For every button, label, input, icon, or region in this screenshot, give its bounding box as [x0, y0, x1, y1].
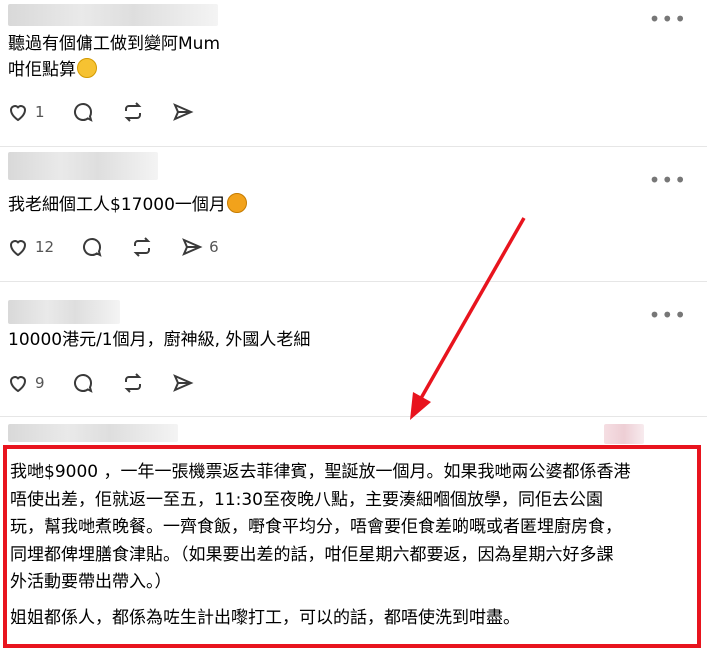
repost-icon: [124, 102, 141, 122]
share-button[interactable]: [171, 371, 195, 395]
comment-button[interactable]: [71, 371, 95, 395]
like-count: 9: [35, 374, 45, 392]
action-bar: 1: [6, 99, 221, 125]
action-bar: 9: [6, 370, 221, 396]
reply-text-line: 外活動要帶出帶入。）: [10, 572, 172, 592]
like-count: 12: [35, 238, 55, 256]
action-bar: 12 6: [6, 234, 245, 260]
share-button[interactable]: 6: [180, 235, 219, 259]
post-text: 咁佢點算: [8, 60, 76, 80]
heart-icon: [9, 105, 27, 122]
comment-button[interactable]: [80, 235, 104, 259]
share-count: 6: [209, 238, 219, 256]
reply-text-line: 我哋$9000 ，一年一張機票返去菲律賓，聖誕放一個月。如果我哋兩公婆都係香港: [10, 462, 631, 482]
post-text-line: 咁佢點算: [8, 57, 97, 83]
share-icon: [172, 103, 194, 121]
heart-icon: [9, 376, 27, 393]
repost-button[interactable]: [130, 235, 154, 259]
like-button[interactable]: 12: [6, 235, 54, 259]
comment-icon: [73, 374, 93, 393]
repost-button[interactable]: [121, 100, 145, 124]
reply-text-line: 唔使出差，佢就返一至五，11:30至夜晚八點，主要湊細嗰個放學，同佢去公園: [10, 490, 603, 510]
more-options-icon[interactable]: •••: [649, 9, 687, 29]
repost-icon: [124, 373, 141, 393]
post-text-line: 我老細個工人$17000一個月: [8, 192, 247, 218]
divider: [0, 281, 707, 282]
username-blurred: [8, 152, 158, 180]
like-button[interactable]: 9: [6, 371, 45, 395]
share-icon: [172, 374, 194, 392]
share-button[interactable]: [171, 100, 195, 124]
like-count: 1: [35, 103, 45, 121]
reply-closing-line: 姐姐都係人，都係為咗生計出嚟打工，可以的話，都唔使洗到咁盡。: [10, 608, 520, 628]
more-options-icon[interactable]: •••: [649, 305, 687, 325]
post-text-line: 10000港元/1個月，廚神級, 外國人老細: [8, 330, 311, 350]
more-options-icon[interactable]: •••: [649, 170, 687, 190]
avatar-blurred: [604, 424, 644, 444]
weary-cat-emoji: [226, 193, 247, 213]
username-blurred: [8, 4, 218, 26]
post-text-line: 聽過有個傭工做到變阿Mum: [8, 34, 221, 54]
comment-button[interactable]: [71, 100, 95, 124]
username-blurred: [8, 300, 120, 324]
repost-button[interactable]: [121, 371, 145, 395]
reply-text-line: 同埋都俾埋膳食津貼。（如果要出差的話，咁佢星期六都要返，因為星期六好多課: [10, 545, 614, 565]
grinning-sweat-emoji: [77, 58, 97, 78]
divider: [0, 146, 707, 147]
heart-icon: [9, 240, 27, 257]
reply-text-line: 玩，幫我哋煮晚餐。一齊食飯，嘢食平均分，唔會要佢食差啲嘅或者匿埋廚房食，: [10, 517, 622, 537]
divider: [0, 416, 707, 417]
post-text: 我老細個工人$17000一個月: [8, 195, 226, 215]
share-icon: [182, 238, 203, 256]
like-button[interactable]: 1: [6, 100, 45, 124]
comment-icon: [83, 238, 102, 257]
comment-icon: [73, 103, 93, 122]
repost-icon: [133, 237, 151, 257]
username-blurred: [8, 424, 178, 442]
